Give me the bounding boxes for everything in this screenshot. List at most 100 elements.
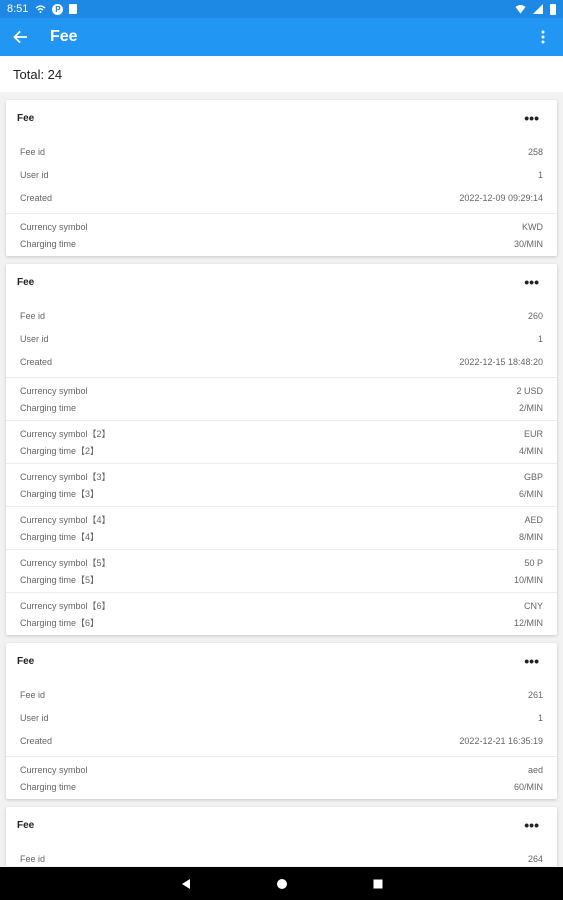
field-value: AED [524, 514, 543, 525]
fee-card[interactable]: Fee ••• Fee id 260 User id 1 Created 2022-12-15… [6, 264, 557, 635]
field-label: Currency symbol【3】 [20, 472, 111, 482]
nav-back-button[interactable] [178, 876, 194, 892]
more-horiz-icon[interactable]: ••• [524, 111, 539, 125]
field-label: Fee id [20, 310, 46, 321]
field-label: User id [20, 333, 49, 344]
card-header: Fee ••• [6, 643, 557, 679]
card-details: Fee id 261 User id 1 Created 2022-12-21 16:35… [6, 679, 557, 756]
field-row: Charging time【6】 12/MIN [6, 614, 557, 631]
field-row: User id 1 [6, 706, 557, 729]
card-details: Fee id 264 [6, 843, 557, 866]
field-label: User id [20, 712, 49, 723]
field-row: Charging time【3】 6/MIN [6, 485, 557, 502]
field-label: Charging time【3】 [20, 489, 100, 499]
card-details: Fee id 260 User id 1 Created 2022-12-15 18:48… [6, 300, 557, 377]
triangle-back-icon [181, 878, 190, 889]
field-row: Charging time 60/MIN [6, 778, 557, 795]
status-time: 8:51 [7, 3, 29, 15]
field-row: User id 1 [6, 163, 557, 186]
field-label: Currency symbol【5】 [20, 558, 111, 568]
field-row: Fee id 258 [6, 140, 557, 163]
card-title: Fee [17, 276, 35, 288]
field-label: Currency symbol [20, 764, 88, 775]
field-label: Charging time【2】 [20, 446, 100, 456]
field-row: Charging time【5】 10/MIN [6, 571, 557, 588]
arrow-back-icon [13, 30, 27, 44]
field-value: 8/MIN [518, 531, 543, 542]
field-row: Currency symbol KWD [6, 218, 557, 235]
overflow-menu-button[interactable] [533, 18, 553, 56]
field-row: Currency symbol【4】 AED [6, 511, 557, 528]
field-value: aed [527, 764, 543, 775]
card-header: Fee ••• [6, 807, 557, 843]
fee-card[interactable]: Fee ••• Fee id 261 User id 1 Created 2022-12-21… [6, 643, 557, 799]
field-row: Currency symbol【2】 EUR [6, 425, 557, 442]
field-value: 2/MIN [518, 402, 543, 413]
field-row: Created 2022-12-09 09:29:14 [6, 186, 557, 209]
field-label: Charging time【6】 [20, 618, 100, 628]
field-value: 6/MIN [518, 488, 543, 499]
field-value: 1 [537, 169, 543, 180]
field-value: GBP [523, 471, 543, 482]
field-value: 12/MIN [513, 617, 543, 628]
field-value: 10/MIN [513, 574, 543, 585]
more-horiz-icon[interactable]: ••• [524, 275, 539, 289]
battery-icon [550, 3, 556, 15]
field-label: Currency symbol【2】 [20, 429, 111, 439]
field-value: 264 [527, 853, 543, 864]
field-value: 2022-12-15 18:48:20 [459, 356, 543, 367]
nav-home-button[interactable] [274, 876, 290, 892]
field-label: Created [20, 735, 53, 746]
field-value: CNY [523, 600, 543, 611]
page-title: Fee [50, 28, 78, 45]
field-value: 1 [537, 712, 543, 723]
currency-group: Currency symbol KWD Charging time 30/MIN [6, 213, 557, 256]
field-value: KWD [522, 221, 543, 232]
field-value: 260 [527, 310, 543, 321]
field-row: Currency symbol 2 USD [6, 382, 557, 399]
card-header: Fee ••• [6, 264, 557, 300]
fee-list[interactable]: Total: 24 Fee ••• Fee id 258 User id 1 Created… [0, 56, 563, 866]
field-value: 2 USD [516, 385, 543, 396]
field-value: 2022-12-09 09:29:14 [459, 192, 543, 203]
field-row: Created 2022-12-21 16:35:19 [6, 729, 557, 752]
field-value: 50 P [524, 557, 543, 568]
field-value: EUR [523, 428, 543, 439]
field-label: Charging time【4】 [20, 532, 100, 542]
more-horiz-icon[interactable]: ••• [524, 654, 539, 668]
field-row: Created 2022-12-15 18:48:20 [6, 350, 557, 373]
fee-card[interactable]: Fee ••• Fee id 264 [6, 807, 557, 866]
field-value: 60/MIN [513, 781, 543, 792]
field-label: Created [20, 192, 53, 203]
field-row: Currency symbol【6】 CNY [6, 597, 557, 614]
field-label: Charging time [20, 781, 77, 792]
field-label: Created [20, 356, 53, 367]
card-title: Fee [17, 655, 35, 667]
wifi-calling-icon [34, 3, 46, 15]
field-label: Fee id [20, 146, 46, 157]
nav-recents-button[interactable] [370, 876, 386, 892]
card-title: Fee [17, 112, 35, 124]
back-button[interactable] [0, 18, 40, 56]
currency-group: Currency symbol 2 USD Charging time 2/MIN [6, 377, 557, 420]
field-label: Charging time [20, 238, 77, 249]
field-value: 4/MIN [518, 445, 543, 456]
fee-card[interactable]: Fee ••• Fee id 258 User id 1 Created 2022-12-09… [6, 100, 557, 256]
currency-group: Currency symbol aed Charging time 60/MIN [6, 756, 557, 799]
wifi-icon [514, 3, 526, 15]
field-value: 2022-12-21 16:35:19 [459, 735, 543, 746]
field-row: Charging time【2】 4/MIN [6, 442, 557, 459]
field-label: Currency symbol【4】 [20, 515, 111, 525]
field-row: Currency symbol【5】 50 P [6, 554, 557, 571]
field-row: Fee id 261 [6, 683, 557, 706]
field-label: Currency symbol【6】 [20, 601, 111, 611]
field-row: Fee id 260 [6, 304, 557, 327]
more-horiz-icon[interactable]: ••• [524, 818, 539, 832]
field-row: Currency symbol aed [6, 761, 557, 778]
field-row: Charging time【4】 8/MIN [6, 528, 557, 545]
field-row: Currency symbol【3】 GBP [6, 468, 557, 485]
field-value: 30/MIN [513, 238, 543, 249]
field-label: Fee id [20, 689, 46, 700]
field-label: Fee id [20, 853, 46, 864]
app-bar: Fee [0, 18, 563, 56]
